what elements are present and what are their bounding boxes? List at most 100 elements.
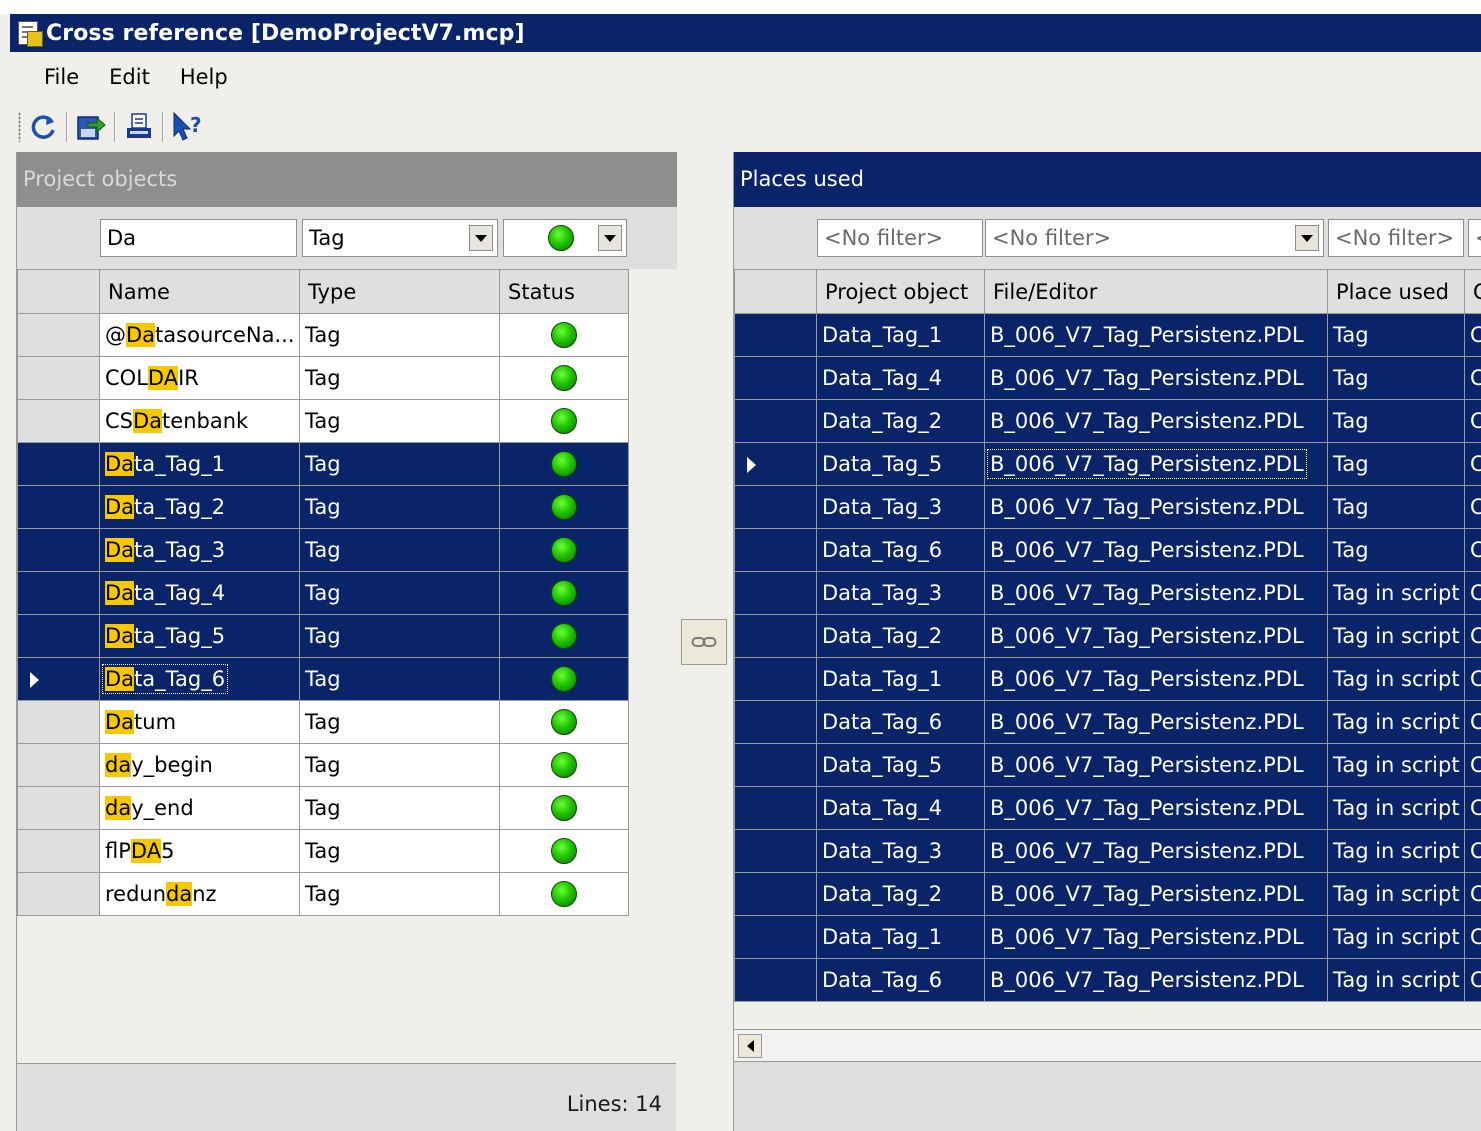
place-used-cell[interactable]: Tag	[1327, 399, 1465, 443]
row-header[interactable]	[17, 614, 100, 658]
table-row[interactable]: day_begin Tag	[17, 743, 629, 787]
place-used-cell[interactable]: Tag in script	[1327, 786, 1465, 830]
row-header[interactable]	[734, 915, 817, 959]
project-object-filter[interactable]: <No filter>	[817, 219, 983, 257]
column-header-extra[interactable]: C	[1464, 269, 1481, 314]
menu-edit[interactable]: Edit	[94, 52, 165, 102]
panel-splitter[interactable]	[677, 152, 733, 1131]
name-cell[interactable]: flPDA5	[99, 829, 300, 873]
status-filter-select[interactable]	[503, 219, 627, 257]
column-header-status[interactable]: Status	[499, 269, 629, 314]
place-used-cell[interactable]: Tag in script	[1327, 915, 1465, 959]
column-header-place-used[interactable]: Place used	[1327, 269, 1465, 314]
project-object-cell[interactable]: Data_Tag_4	[816, 356, 985, 400]
project-object-cell[interactable]: Data_Tag_5	[816, 743, 985, 787]
table-row[interactable]: redundanz Tag	[17, 872, 629, 916]
row-header[interactable]	[17, 528, 100, 572]
table-row[interactable]: Data_Tag_1 B_006_V7_Tag_Persistenz.PDL Tag…	[734, 657, 1481, 701]
file-editor-cell[interactable]: B_006_V7_Tag_Persistenz.PDL	[984, 915, 1328, 959]
name-filter-input[interactable]: Da	[100, 219, 297, 257]
menu-file[interactable]: File	[29, 52, 94, 102]
place-used-cell[interactable]: Tag	[1327, 313, 1465, 357]
project-object-cell[interactable]: Data_Tag_6	[816, 528, 985, 572]
row-header[interactable]	[17, 657, 100, 701]
place-used-cell[interactable]: Tag in script	[1327, 657, 1465, 701]
name-cell[interactable]: day_end	[99, 786, 300, 830]
link-button[interactable]	[681, 619, 727, 665]
place-used-cell[interactable]: Tag in script	[1327, 614, 1465, 658]
project-object-cell[interactable]: Data_Tag_2	[816, 614, 985, 658]
row-header[interactable]	[734, 571, 817, 615]
extra-cell[interactable]: C	[1464, 872, 1481, 916]
place-used-cell[interactable]: Tag	[1327, 485, 1465, 529]
file-editor-cell[interactable]: B_006_V7_Tag_Persistenz.PDL	[984, 528, 1328, 572]
file-editor-cell[interactable]: B_006_V7_Tag_Persistenz.PDL	[984, 829, 1328, 873]
scroll-left-icon[interactable]	[738, 1034, 762, 1058]
extra-cell[interactable]: C	[1464, 743, 1481, 787]
row-header[interactable]	[17, 571, 100, 615]
row-header[interactable]	[734, 872, 817, 916]
file-editor-cell[interactable]: B_006_V7_Tag_Persistenz.PDL	[984, 356, 1328, 400]
table-row[interactable]: CSDatenbank Tag	[17, 399, 629, 443]
project-object-cell[interactable]: Data_Tag_3	[816, 829, 985, 873]
table-row[interactable]: Data_Tag_2 B_006_V7_Tag_Persistenz.PDL Tag…	[734, 872, 1481, 916]
row-header[interactable]	[734, 313, 817, 357]
file-editor-cell[interactable]: B_006_V7_Tag_Persistenz.PDL	[984, 743, 1328, 787]
project-object-cell[interactable]: Data_Tag_2	[816, 872, 985, 916]
place-used-cell[interactable]: Tag in script	[1327, 700, 1465, 744]
table-row[interactable]: Data_Tag_1 B_006_V7_Tag_Persistenz.PDL Tag…	[734, 313, 1481, 357]
row-header[interactable]	[734, 657, 817, 701]
project-object-cell[interactable]: Data_Tag_1	[816, 313, 985, 357]
table-row[interactable]: Data_Tag_3 B_006_V7_Tag_Persistenz.PDL Tag…	[734, 829, 1481, 873]
table-row[interactable]: Data_Tag_1 Tag	[17, 442, 629, 486]
file-editor-cell[interactable]: B_006_V7_Tag_Persistenz.PDL	[984, 614, 1328, 658]
file-editor-cell[interactable]: B_006_V7_Tag_Persistenz.PDL	[984, 872, 1328, 916]
table-row[interactable]: Data_Tag_1 B_006_V7_Tag_Persistenz.PDL Tag…	[734, 915, 1481, 959]
place-used-cell[interactable]: Tag	[1327, 528, 1465, 572]
refresh-button[interactable]	[25, 109, 61, 145]
extra-filter[interactable]: <	[1468, 219, 1481, 257]
extra-cell[interactable]: C	[1464, 958, 1481, 1002]
table-row[interactable]: Data_Tag_4 B_006_V7_Tag_Persistenz.PDL Tag…	[734, 786, 1481, 830]
type-filter-select[interactable]: Tag	[302, 219, 498, 257]
table-row[interactable]: Data_Tag_2 B_006_V7_Tag_Persistenz.PDL Tag…	[734, 614, 1481, 658]
row-header[interactable]	[17, 743, 100, 787]
row-header[interactable]	[734, 958, 817, 1002]
name-cell[interactable]: @DatasourceNa...	[99, 313, 300, 357]
row-header[interactable]	[734, 442, 817, 486]
toolbar-grip[interactable]	[18, 112, 21, 142]
row-header[interactable]	[17, 872, 100, 916]
place-used-cell[interactable]: Tag in script	[1327, 571, 1465, 615]
file-editor-filter[interactable]: <No filter>	[985, 219, 1324, 257]
file-editor-cell[interactable]: B_006_V7_Tag_Persistenz.PDL	[984, 442, 1328, 486]
table-row[interactable]: Data_Tag_4 B_006_V7_Tag_Persistenz.PDL Tag…	[734, 356, 1481, 400]
place-used-cell[interactable]: Tag in script	[1327, 829, 1465, 873]
file-editor-cell[interactable]: B_006_V7_Tag_Persistenz.PDL	[984, 571, 1328, 615]
file-editor-cell[interactable]: B_006_V7_Tag_Persistenz.PDL	[984, 399, 1328, 443]
row-header[interactable]	[734, 700, 817, 744]
extra-cell[interactable]: C	[1464, 786, 1481, 830]
place-used-cell[interactable]: Tag in script	[1327, 872, 1465, 916]
extra-cell[interactable]: C	[1464, 399, 1481, 443]
row-header[interactable]	[734, 829, 817, 873]
table-row[interactable]: Data_Tag_3 B_006_V7_Tag_Persistenz.PDL Tag…	[734, 571, 1481, 615]
extra-cell[interactable]: C	[1464, 700, 1481, 744]
print-button[interactable]	[121, 109, 157, 145]
project-object-cell[interactable]: Data_Tag_4	[816, 786, 985, 830]
table-row[interactable]: Datum Tag	[17, 700, 629, 744]
row-header[interactable]	[17, 829, 100, 873]
table-row[interactable]: day_end Tag	[17, 786, 629, 830]
extra-cell[interactable]: C	[1464, 657, 1481, 701]
row-header[interactable]	[17, 786, 100, 830]
table-row[interactable]: Data_Tag_5 B_006_V7_Tag_Persistenz.PDL Tag…	[734, 442, 1481, 486]
extra-cell[interactable]: C	[1464, 528, 1481, 572]
horizontal-scrollbar[interactable]	[734, 1029, 1481, 1062]
column-header-project-object[interactable]: Project object	[816, 269, 985, 314]
project-object-cell[interactable]: Data_Tag_1	[816, 657, 985, 701]
project-object-cell[interactable]: Data_Tag_3	[816, 571, 985, 615]
file-editor-cell[interactable]: B_006_V7_Tag_Persistenz.PDL	[984, 313, 1328, 357]
extra-cell[interactable]: C	[1464, 442, 1481, 486]
file-editor-cell[interactable]: B_006_V7_Tag_Persistenz.PDL	[984, 485, 1328, 529]
name-cell[interactable]: day_begin	[99, 743, 300, 787]
extra-cell[interactable]: C	[1464, 313, 1481, 357]
